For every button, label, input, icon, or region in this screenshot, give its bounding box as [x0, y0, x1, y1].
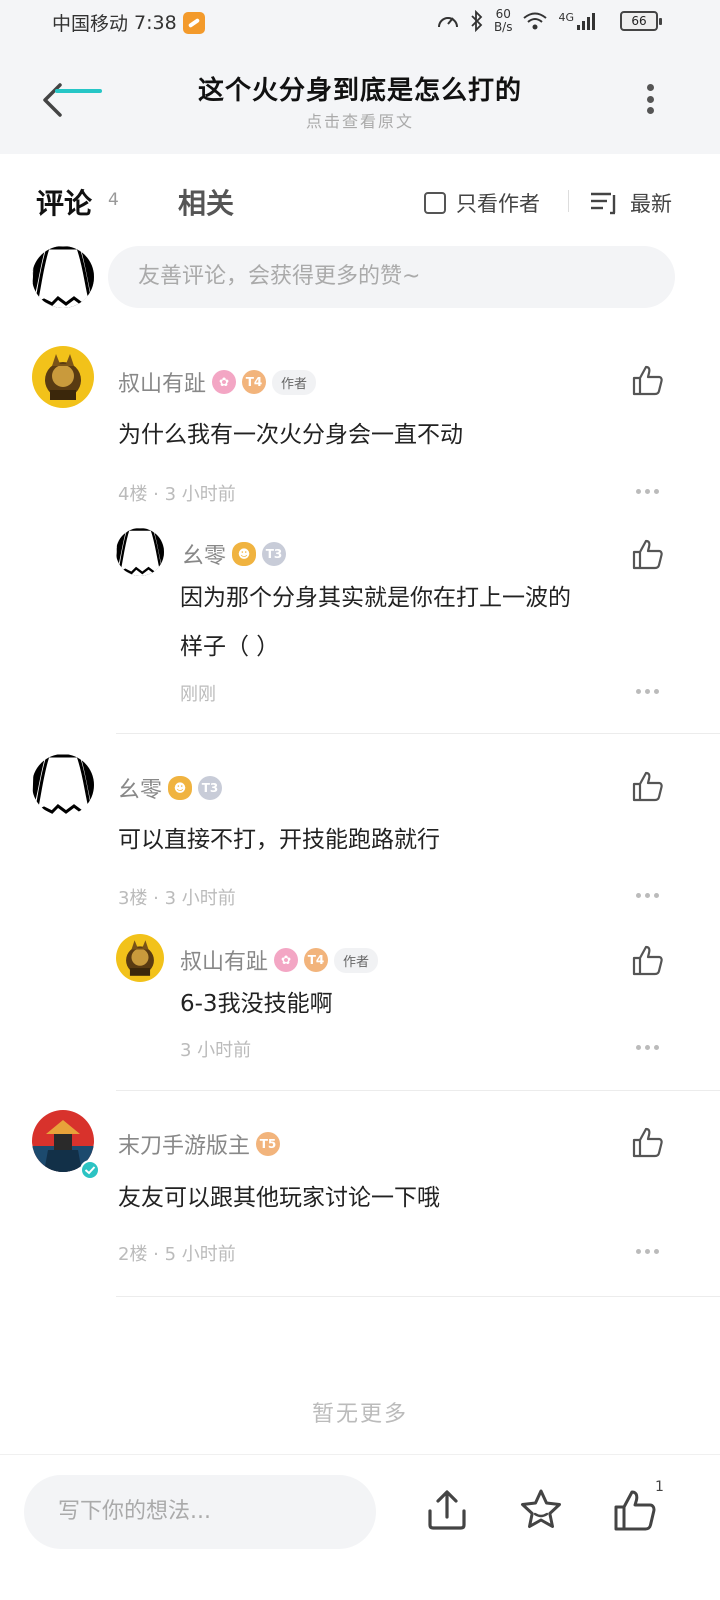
reply-avatar[interactable]: [116, 934, 164, 982]
author-name[interactable]: 幺零 ☻ T3: [118, 772, 223, 804]
comment-tabs: 评论 4 相关 只看作者 最新: [0, 154, 720, 244]
clock: 7:38: [134, 11, 177, 34]
sort-icon: [591, 192, 616, 215]
comment-meta: 2楼 · 5 小时前: [118, 1244, 236, 1265]
divider: [116, 1296, 720, 1297]
carrier-label: 中国移动: [52, 13, 129, 35]
bottom-bar: 写下你的想法... 1: [0, 1454, 720, 1600]
tab-related[interactable]: 相关: [178, 182, 234, 222]
reply-meta: 3 小时前: [180, 1040, 252, 1061]
comment-text: 友友可以跟其他玩家讨论一下哦: [118, 1185, 440, 1211]
battery-icon: 66: [620, 11, 662, 31]
author-tag: 作者: [272, 369, 317, 395]
more-icon[interactable]: [636, 1045, 659, 1050]
sort-button[interactable]: 最新: [590, 188, 672, 218]
comments-count: 4: [108, 190, 119, 210]
like-icon[interactable]: [632, 538, 664, 570]
tab-comments[interactable]: 评论: [36, 182, 92, 222]
like-icon[interactable]: [632, 1126, 664, 1158]
badge-icon: ✿: [274, 948, 299, 972]
signal-icon: [577, 13, 595, 30]
comment-item: 幺零 ☻ T3 可以直接不打，开技能跑路就行 3楼 · 3 小时前 叔山有趾 ✿…: [0, 754, 720, 1084]
reply-text-line1: 因为那个分身其实就是你在打上一波的: [180, 585, 571, 611]
comment-item: 叔山有趾 ✿ T4 作者 为什么我有一次火分身会一直不动 4楼 · 3 小时前 …: [0, 346, 720, 726]
reply-avatar[interactable]: [116, 528, 164, 576]
compose-row: 友善评论，会获得更多的赞~: [0, 246, 720, 312]
wifi-icon: [523, 12, 548, 30]
write-comment-input[interactable]: 写下你的想法...: [24, 1475, 376, 1549]
more-icon[interactable]: [636, 689, 659, 694]
comment-text: 为什么我有一次火分身会一直不动: [118, 422, 463, 448]
more-options-icon[interactable]: [646, 84, 654, 114]
sort-label: 最新: [630, 192, 672, 216]
app-notification-icon: [182, 11, 205, 34]
like-count: 1: [655, 1479, 664, 1495]
reply-text-line2: 样子（ ）: [180, 634, 280, 660]
reply-author-name[interactable]: 叔山有趾 ✿ T4 作者: [180, 944, 379, 976]
reply-meta: 刚刚: [180, 684, 216, 705]
avatar[interactable]: [32, 346, 94, 408]
divider: [116, 733, 720, 734]
net-speed-unit: B/s: [493, 20, 513, 34]
author-tag: 作者: [334, 947, 379, 973]
only-author-toggle[interactable]: 只看作者: [424, 188, 540, 218]
level-badge: T3: [198, 776, 223, 800]
comment-text: 可以直接不打，开技能跑路就行: [118, 827, 440, 853]
reply-text: 6-3我没技能啊: [180, 991, 333, 1017]
level-badge: T4: [304, 948, 329, 972]
like-icon[interactable]: [632, 364, 664, 396]
only-author-label: 只看作者: [456, 192, 540, 216]
badge-icon: ☻: [232, 542, 257, 566]
page-title[interactable]: 这个火分身到底是怎么打的: [0, 70, 720, 107]
comment-input[interactable]: 友善评论，会获得更多的赞~: [108, 246, 675, 308]
favorite-star-icon[interactable]: [518, 1487, 564, 1533]
net-speed: 60 B/s: [494, 8, 513, 34]
status-bar: 中国移动 7:38 60 B/s 4G 66: [0, 0, 720, 44]
author-name[interactable]: 末刀手游版主 T5: [118, 1128, 281, 1160]
network-type: 4G: [558, 10, 574, 24]
level-badge: T3: [262, 542, 287, 566]
comment-meta: 3楼 · 3 小时前: [118, 888, 236, 909]
reply-author-name[interactable]: 幺零 ☻ T3: [182, 538, 287, 570]
bluetooth-icon: [471, 10, 483, 32]
badge-icon: ☻: [168, 776, 193, 800]
tab-active-indicator: [55, 89, 102, 93]
avatar[interactable]: [32, 754, 94, 816]
comment-item: 末刀手游版主 T5 友友可以跟其他玩家讨论一下哦 2楼 · 5 小时前: [0, 1110, 720, 1290]
my-avatar[interactable]: [32, 246, 94, 308]
like-icon[interactable]: [632, 944, 664, 976]
status-left: 中国移动 7:38: [52, 9, 205, 36]
verified-icon: [80, 1160, 100, 1180]
share-icon[interactable]: [424, 1487, 470, 1533]
level-badge: T4: [242, 370, 267, 394]
more-icon[interactable]: [636, 489, 659, 494]
view-original-link[interactable]: 点击查看原文: [0, 108, 720, 132]
top-bar: 这个火分身到底是怎么打的 点击查看原文: [0, 44, 720, 154]
speedometer-icon: [437, 17, 458, 28]
like-icon[interactable]: [632, 770, 664, 802]
divider: [116, 1090, 720, 1091]
like-post-icon[interactable]: [612, 1487, 658, 1533]
comment-meta: 4楼 · 3 小时前: [118, 484, 236, 505]
only-author-checkbox[interactable]: [424, 192, 446, 214]
divider: [568, 190, 569, 212]
no-more-label: 暂无更多: [311, 1402, 408, 1427]
author-name[interactable]: 叔山有趾 ✿ T4 作者: [118, 366, 317, 398]
level-badge: T5: [256, 1132, 281, 1156]
more-icon[interactable]: [636, 1249, 659, 1254]
more-icon[interactable]: [636, 893, 659, 898]
badge-icon: ✿: [212, 370, 237, 394]
